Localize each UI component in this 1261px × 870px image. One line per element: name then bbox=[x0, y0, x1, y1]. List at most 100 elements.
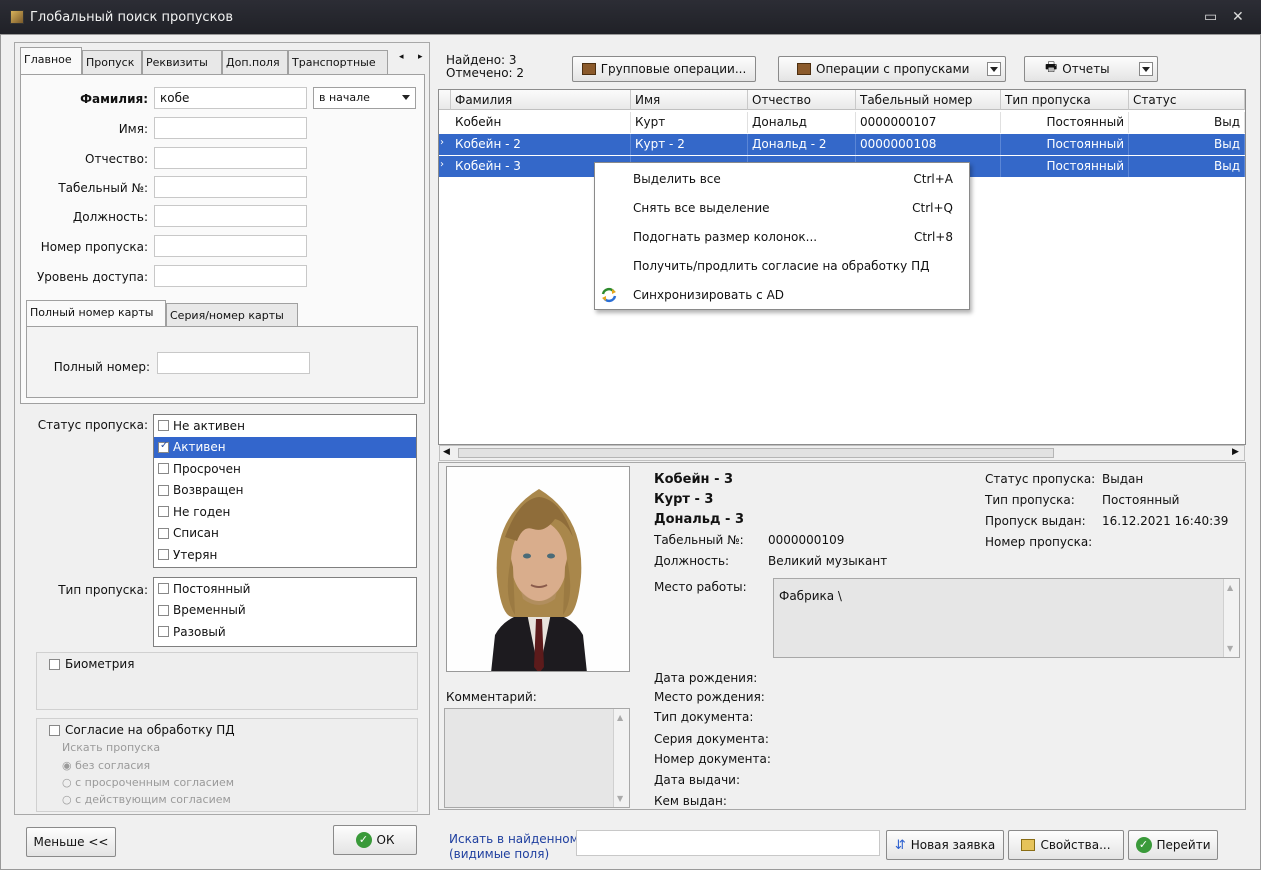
context-menu: Выделить все Ctrl+A Снять все выделение Ct… bbox=[594, 162, 970, 310]
tab-pass[interactable]: Пропуск bbox=[82, 50, 142, 74]
type-listbox[interactable]: Постоянный Временный Разовый bbox=[153, 577, 417, 647]
list-item[interactable]: Возвращен bbox=[154, 480, 416, 502]
pass-number-label: Номер пропуска: bbox=[40, 240, 148, 254]
checkbox[interactable] bbox=[158, 549, 169, 561]
pass-operations-button[interactable]: Операции с пропусками bbox=[778, 56, 1006, 82]
chevron-down-icon[interactable] bbox=[1139, 62, 1153, 76]
issue-date-label: Дата выдачи: bbox=[654, 773, 741, 787]
detail-name: Курт - 3 bbox=[654, 492, 714, 507]
list-item[interactable]: Временный bbox=[154, 600, 416, 622]
checkbox[interactable] bbox=[158, 626, 169, 638]
menu-item-select-all[interactable]: Выделить все Ctrl+A bbox=[595, 165, 969, 194]
list-item[interactable]: Активен bbox=[154, 436, 416, 458]
minimize-icon[interactable]: ▭ bbox=[1204, 9, 1217, 25]
consent-checkbox[interactable]: Согласие на обработку ПД bbox=[49, 723, 235, 737]
list-item[interactable]: Разовый bbox=[154, 621, 416, 643]
new-request-icon: ⇵ bbox=[894, 837, 906, 853]
column-header[interactable]: Отчество bbox=[748, 90, 856, 110]
detail-position-label: Должность: bbox=[654, 554, 730, 568]
checkbox[interactable] bbox=[158, 583, 169, 595]
checkbox[interactable] bbox=[158, 484, 169, 496]
tab-requisites[interactable]: Реквизиты bbox=[142, 50, 222, 74]
tab-scroll-left-icon[interactable]: ◂ bbox=[399, 52, 404, 62]
tab-scroll-right-icon[interactable]: ▸ bbox=[418, 52, 423, 62]
radio-no-consent[interactable]: ◉ без согласия bbox=[62, 759, 150, 772]
chevron-down-icon[interactable] bbox=[987, 62, 1001, 76]
printer-icon: 🖶 bbox=[1045, 60, 1058, 75]
go-button[interactable]: ✓ Перейти bbox=[1128, 830, 1218, 860]
group-operations-button[interactable]: Групповые операции... bbox=[572, 56, 756, 82]
grid-horizontal-scrollbar[interactable]: ◀ ▶ bbox=[439, 445, 1245, 461]
radio-valid-consent[interactable]: ○ с действующим согласием bbox=[62, 793, 231, 806]
reports-button[interactable]: 🖶 Отчеты bbox=[1024, 56, 1158, 82]
close-icon[interactable]: ✕ bbox=[1232, 9, 1244, 25]
table-row[interactable]: › Кобейн - 2 Курт - 2 Дональд - 2 000000… bbox=[439, 134, 1245, 155]
detail-issued-label: Пропуск выдан: bbox=[985, 514, 1086, 528]
tab-full-card-number[interactable]: Полный номер карты bbox=[26, 300, 166, 326]
surname-label: Фамилия: bbox=[80, 92, 148, 106]
detail-tabnum: 0000000109 bbox=[768, 533, 845, 547]
patronymic-input[interactable] bbox=[154, 147, 307, 169]
found-count: Найдено: 3 bbox=[446, 53, 517, 67]
tabnum-input[interactable] bbox=[154, 176, 307, 198]
workplace-memo[interactable]: Фабрика \ ▲ ▼ bbox=[773, 578, 1240, 658]
scroll-thumb[interactable] bbox=[458, 448, 1054, 458]
biometry-checkbox[interactable]: Биометрия bbox=[49, 657, 134, 671]
access-level-label: Уровень доступа: bbox=[36, 270, 148, 284]
column-header[interactable]: Фамилия bbox=[451, 90, 631, 110]
ok-button[interactable]: ✓ ОК bbox=[333, 825, 417, 855]
search-visible-fields-label: (видимые поля) bbox=[449, 847, 550, 861]
column-header[interactable]: Статус bbox=[1129, 90, 1245, 110]
list-item[interactable]: Просрочен bbox=[154, 458, 416, 480]
properties-button[interactable]: Свойства... bbox=[1008, 830, 1124, 860]
tab-extra-fields[interactable]: Доп.поля bbox=[222, 50, 288, 74]
status-listbox[interactable]: Не активен Активен Просрочен Возвращен Н… bbox=[153, 414, 417, 568]
column-header[interactable]: Тип пропуска bbox=[1001, 90, 1129, 110]
comment-memo[interactable]: ▲ ▼ bbox=[444, 708, 630, 808]
birth-date-label: Дата рождения: bbox=[654, 671, 758, 685]
list-item[interactable]: Утерян bbox=[154, 544, 416, 566]
person-photo bbox=[446, 466, 630, 672]
tab-main[interactable]: Главное bbox=[20, 47, 82, 75]
menu-item-consent[interactable]: Получить/продлить согласие на обработку … bbox=[595, 252, 969, 281]
memo-scrollbar[interactable]: ▲ ▼ bbox=[1223, 579, 1239, 657]
checkbox[interactable] bbox=[158, 604, 169, 616]
list-item[interactable]: Не активен bbox=[154, 415, 416, 437]
chevron-down-icon bbox=[402, 95, 410, 100]
column-header[interactable]: Имя bbox=[631, 90, 748, 110]
less-button[interactable]: Меньше << bbox=[26, 827, 116, 857]
scroll-right-icon[interactable]: ▶ bbox=[1232, 447, 1239, 457]
column-header[interactable]: Табельный номер bbox=[856, 90, 1001, 110]
checkbox[interactable] bbox=[158, 420, 169, 432]
pass-number-input[interactable] bbox=[154, 235, 307, 257]
menu-item-fit-columns[interactable]: Подогнать размер колонок... Ctrl+8 bbox=[595, 223, 969, 252]
list-item[interactable]: Списан bbox=[154, 523, 416, 545]
checkbox[interactable] bbox=[158, 463, 169, 475]
table-row[interactable]: Кобейн Курт Дональд 0000000107 Постоянны… bbox=[439, 112, 1245, 133]
search-in-found-input[interactable] bbox=[576, 830, 880, 856]
menu-item-deselect-all[interactable]: Снять все выделение Ctrl+Q bbox=[595, 194, 969, 223]
comment-scrollbar[interactable]: ▲ ▼ bbox=[613, 709, 629, 807]
checkbox[interactable] bbox=[158, 440, 169, 453]
tabnum-label: Табельный №: bbox=[58, 181, 148, 195]
menu-item-sync-ad[interactable]: Синхронизировать с AD bbox=[595, 281, 969, 310]
position-input[interactable] bbox=[154, 205, 307, 227]
scroll-left-icon[interactable]: ◀ bbox=[443, 447, 450, 457]
access-level-input[interactable] bbox=[154, 265, 307, 287]
tab-card-series[interactable]: Серия/номер карты bbox=[166, 303, 298, 326]
surname-input[interactable]: кобе bbox=[154, 87, 307, 109]
type-label: Тип пропуска: bbox=[58, 583, 148, 597]
name-input[interactable] bbox=[154, 117, 307, 139]
tab-transport[interactable]: Транспортные bbox=[288, 50, 388, 74]
list-item[interactable]: Не годен bbox=[154, 501, 416, 523]
detail-status: Выдан bbox=[1102, 472, 1144, 486]
checkbox[interactable] bbox=[158, 527, 169, 539]
radio-expired-consent[interactable]: ○ с просроченным согласием bbox=[62, 776, 234, 789]
new-request-button[interactable]: ⇵ Новая заявка bbox=[886, 830, 1004, 860]
match-mode-select[interactable]: в начале bbox=[313, 87, 416, 109]
detail-position: Великий музыкант bbox=[768, 554, 888, 568]
detail-status-label: Статус пропуска: bbox=[985, 472, 1096, 486]
checkbox[interactable] bbox=[158, 506, 169, 518]
full-number-input[interactable] bbox=[157, 352, 310, 374]
list-item[interactable]: Постоянный bbox=[154, 578, 416, 600]
